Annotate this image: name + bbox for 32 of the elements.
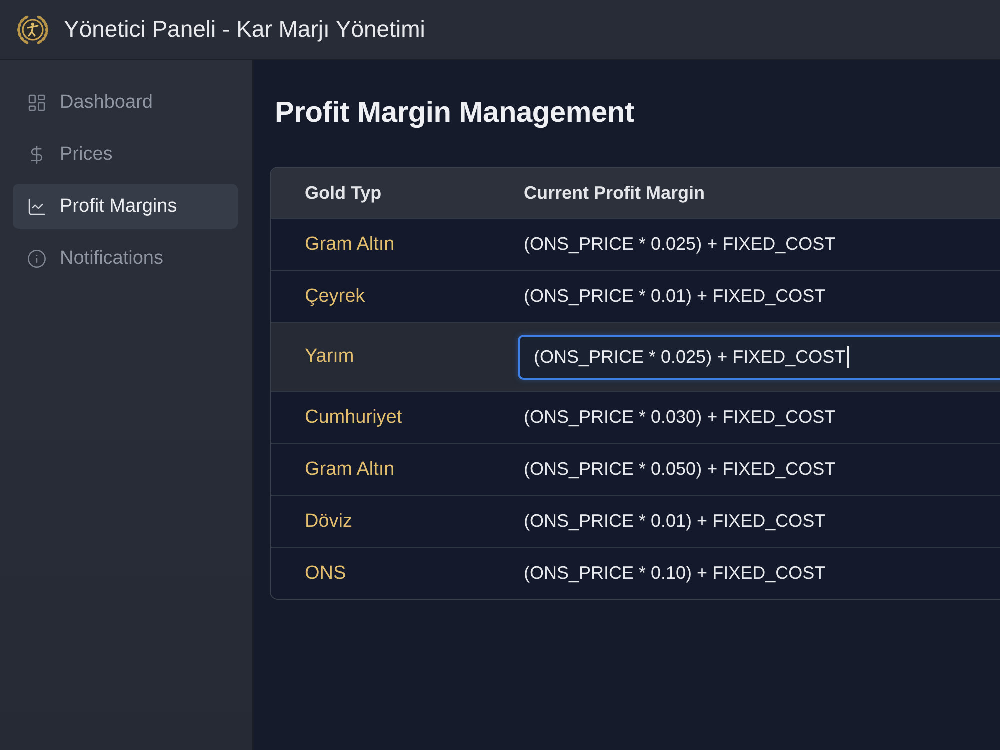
sidebar-item-label: Notifications	[60, 248, 164, 270]
dashboard-icon	[27, 92, 47, 112]
sidebar-item[interactable]: Notifications	[13, 236, 238, 281]
formula-cell-text: (ONS_PRICE * 0.10) + FIXED_COST	[523, 563, 827, 584]
text-cursor-icon	[846, 346, 849, 368]
type-cell-text: Cumhuriyet	[304, 406, 404, 428]
type-cell-text: Gram Altın	[304, 458, 396, 480]
sidebar-item-label: Dashboard	[60, 92, 153, 114]
sidebar-item-label: Profit Margins	[60, 196, 178, 218]
formula-cell-text: (ONS_PRICE * 0.050) + FIXED_COST	[523, 459, 837, 480]
page-title: Profit Margin Management	[275, 97, 636, 130]
app-title: Yönetici Paneli - Kar Marjı Yönetimi	[64, 16, 426, 43]
column-header: Gold Typ	[304, 182, 383, 204]
type-cell-text: Gram Altın	[304, 234, 396, 256]
sidebar-item[interactable]: Dashboard	[13, 80, 238, 125]
table-row[interactable]: ONS (ONS_PRICE * 0.10) + FIXED_COST	[271, 547, 1000, 599]
sidebar-item[interactable]: Profit Margins	[13, 184, 238, 229]
editing-table-row[interactable]: Yarım (ONS_PRICE * 0.025) + FIXED_COST	[271, 322, 1000, 391]
formula-cell-text: (ONS_PRICE * 0.030) + FIXED_COST	[523, 407, 837, 428]
column-header: Current Profit Margin	[523, 182, 706, 204]
formula-cell-text: (ONS_PRICE * 0.01) + FIXED_COST	[523, 511, 827, 532]
formula-cell-text: (ONS_PRICE * 0.025) + FIXED_COST	[523, 234, 837, 255]
line-chart-icon	[27, 196, 47, 216]
sidebar-item[interactable]: Prices	[13, 132, 238, 177]
formula-input-field[interactable]: (ONS_PRICE * 0.025) + FIXED_COST	[518, 334, 1000, 380]
info-icon	[27, 248, 47, 268]
type-cell-text: Çeyrek	[304, 286, 366, 308]
type-cell-text: ONS	[304, 562, 348, 584]
type-cell-text: Yarım	[304, 346, 356, 368]
sidebar-item-label: Prices	[60, 144, 113, 166]
formula-cell-text: (ONS_PRICE * 0.01) + FIXED_COST	[523, 286, 827, 307]
type-cell-text: Döviz	[304, 510, 354, 532]
